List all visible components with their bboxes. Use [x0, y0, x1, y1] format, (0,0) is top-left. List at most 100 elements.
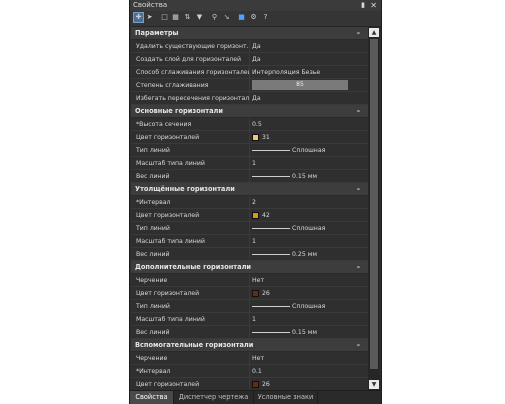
- smoothing-slider[interactable]: 85: [252, 80, 348, 90]
- property-value[interactable]: Сплошная: [252, 222, 366, 235]
- property-label: Вес линий: [136, 251, 170, 258]
- property-label: Тип линий: [136, 303, 170, 310]
- property-row[interactable]: Цвет горизонталей 42: [131, 209, 368, 222]
- tab-drawing-manager[interactable]: Диспетчер чертежа: [174, 391, 254, 404]
- property-value[interactable]: Нет: [252, 274, 366, 287]
- property-label: *Интервал: [136, 199, 171, 206]
- property-label: Цвет горизонталей: [136, 290, 200, 297]
- swap-icon[interactable]: ⇅: [183, 13, 192, 22]
- property-value[interactable]: 0.15 мм: [252, 170, 366, 183]
- property-value[interactable]: Сплошная: [252, 300, 366, 313]
- property-label: Способ сглаживания горизонталей: [136, 69, 249, 76]
- property-row[interactable]: Вес линий 0.15 мм: [131, 170, 368, 183]
- property-row[interactable]: Удалить существующие горизонт... Да: [131, 40, 368, 53]
- property-value[interactable]: 31: [252, 131, 366, 144]
- property-row[interactable]: Масштаб типа линий 1: [131, 313, 368, 326]
- property-value[interactable]: 1: [252, 235, 366, 248]
- property-value[interactable]: Да: [252, 40, 366, 53]
- line-value: 0.15 мм: [292, 173, 318, 180]
- property-value[interactable]: 1: [252, 157, 366, 170]
- property-row[interactable]: Тип линий Сплошная: [131, 222, 368, 235]
- property-value[interactable]: Сплошная: [252, 144, 366, 157]
- scroll-down-icon[interactable]: ▼: [369, 380, 379, 389]
- property-value[interactable]: 26: [252, 378, 366, 390]
- column-divider: [249, 235, 250, 248]
- line-value: 0.25 мм: [292, 251, 318, 258]
- properties-panel: Свойства ▮ ✕ ✚ ➤ □ ▦ ⇅ ▼ ⚲ ↘ ■ ⚙ ? Парам…: [129, 0, 382, 404]
- scroll-up-icon[interactable]: ▲: [369, 28, 379, 37]
- property-row[interactable]: Тип линий Сплошная: [131, 300, 368, 313]
- property-value[interactable]: Да: [252, 53, 366, 66]
- column-divider: [249, 170, 250, 183]
- grid-icon[interactable]: ▦: [171, 13, 180, 22]
- collapse-icon[interactable]: –: [357, 105, 360, 118]
- line-icon[interactable]: ↘: [222, 13, 231, 22]
- property-value[interactable]: 1: [252, 313, 366, 326]
- property-label: Степень сглаживания: [136, 82, 209, 89]
- property-value[interactable]: 42: [252, 209, 366, 222]
- section-header[interactable]: Утолщённые горизонтали –: [131, 183, 368, 196]
- property-row[interactable]: Цвет горизонталей 26: [131, 287, 368, 300]
- property-row[interactable]: Избегать пересечения горизонтал... Да: [131, 92, 368, 105]
- property-row[interactable]: Масштаб типа линий 1: [131, 157, 368, 170]
- blue-tool-icon[interactable]: ■: [237, 13, 246, 22]
- property-row[interactable]: *Интервал 0.1: [131, 365, 368, 378]
- close-icon[interactable]: ✕: [370, 0, 377, 11]
- property-value[interactable]: 0.15 мм: [252, 326, 366, 339]
- section-header[interactable]: Параметры –: [131, 27, 368, 40]
- scrollbar[interactable]: ▲ ▼: [368, 27, 380, 390]
- property-value[interactable]: Интерполяция Безье: [252, 66, 366, 79]
- column-divider: [249, 248, 250, 261]
- column-divider: [249, 287, 250, 300]
- pointer-icon[interactable]: ➤: [145, 13, 154, 22]
- property-label: Вес линий: [136, 173, 170, 180]
- line-preview: [252, 305, 290, 307]
- property-row[interactable]: Масштаб типа линий 1: [131, 235, 368, 248]
- property-value[interactable]: 0.5: [252, 118, 366, 131]
- zoom-icon[interactable]: ⚲: [210, 13, 219, 22]
- line-value: Сплошная: [292, 303, 326, 310]
- property-value[interactable]: 2: [252, 196, 366, 209]
- tab-symbols[interactable]: Условные знаки: [254, 391, 318, 404]
- property-row[interactable]: Цвет горизонталей 31: [131, 131, 368, 144]
- property-value[interactable]: 0.1: [252, 365, 366, 378]
- property-value[interactable]: 0.25 мм: [252, 248, 366, 261]
- section-header[interactable]: Вспомогательные горизонтали –: [131, 339, 368, 352]
- column-divider: [249, 209, 250, 222]
- tab-properties[interactable]: Свойства: [130, 391, 174, 404]
- property-row[interactable]: Способ сглаживания горизонталей Интерполя…: [131, 66, 368, 79]
- property-label: Черчение: [136, 355, 168, 362]
- collapse-icon[interactable]: –: [357, 183, 360, 196]
- collapse-icon[interactable]: –: [357, 261, 360, 274]
- property-row[interactable]: *Высота сечения 0.5: [131, 118, 368, 131]
- property-row[interactable]: Создать слой для горизонталей Да: [131, 53, 368, 66]
- settings-icon[interactable]: ⚙: [249, 13, 258, 22]
- property-row[interactable]: Вес линий 0.15 мм: [131, 326, 368, 339]
- property-value[interactable]: Да: [252, 92, 366, 105]
- property-value[interactable]: 26: [252, 287, 366, 300]
- property-row[interactable]: Черчение Нет: [131, 352, 368, 365]
- collapse-icon[interactable]: –: [357, 339, 360, 352]
- section-title: Утолщённые горизонтали: [135, 185, 235, 193]
- pin-icon[interactable]: ▮: [361, 0, 365, 11]
- section-header[interactable]: Основные горизонтали –: [131, 105, 368, 118]
- property-row[interactable]: Степень сглаживания 85: [131, 79, 368, 92]
- help-icon[interactable]: ?: [261, 13, 270, 22]
- collapse-icon[interactable]: –: [357, 27, 360, 40]
- property-label: *Интервал: [136, 368, 171, 375]
- property-row[interactable]: Тип линий Сплошная: [131, 144, 368, 157]
- section-header[interactable]: Дополнительные горизонтали –: [131, 261, 368, 274]
- property-row[interactable]: Цвет горизонталей 26: [131, 378, 368, 390]
- property-value[interactable]: Нет: [252, 352, 366, 365]
- property-label: Избегать пересечения горизонтал...: [136, 95, 249, 102]
- toolbar: ✚ ➤ □ ▦ ⇅ ▼ ⚲ ↘ ■ ⚙ ?: [130, 11, 381, 27]
- property-row[interactable]: *Интервал 2: [131, 196, 368, 209]
- property-row[interactable]: Черчение Нет: [131, 274, 368, 287]
- property-row[interactable]: Вес линий 0.25 мм: [131, 248, 368, 261]
- select-icon[interactable]: ✚: [133, 12, 144, 23]
- property-label: Масштаб типа линий: [136, 160, 205, 167]
- select-window-icon[interactable]: □: [160, 13, 169, 22]
- filter-icon[interactable]: ▼: [195, 13, 204, 22]
- section-title: Параметры: [135, 29, 179, 37]
- scroll-thumb[interactable]: [370, 39, 378, 369]
